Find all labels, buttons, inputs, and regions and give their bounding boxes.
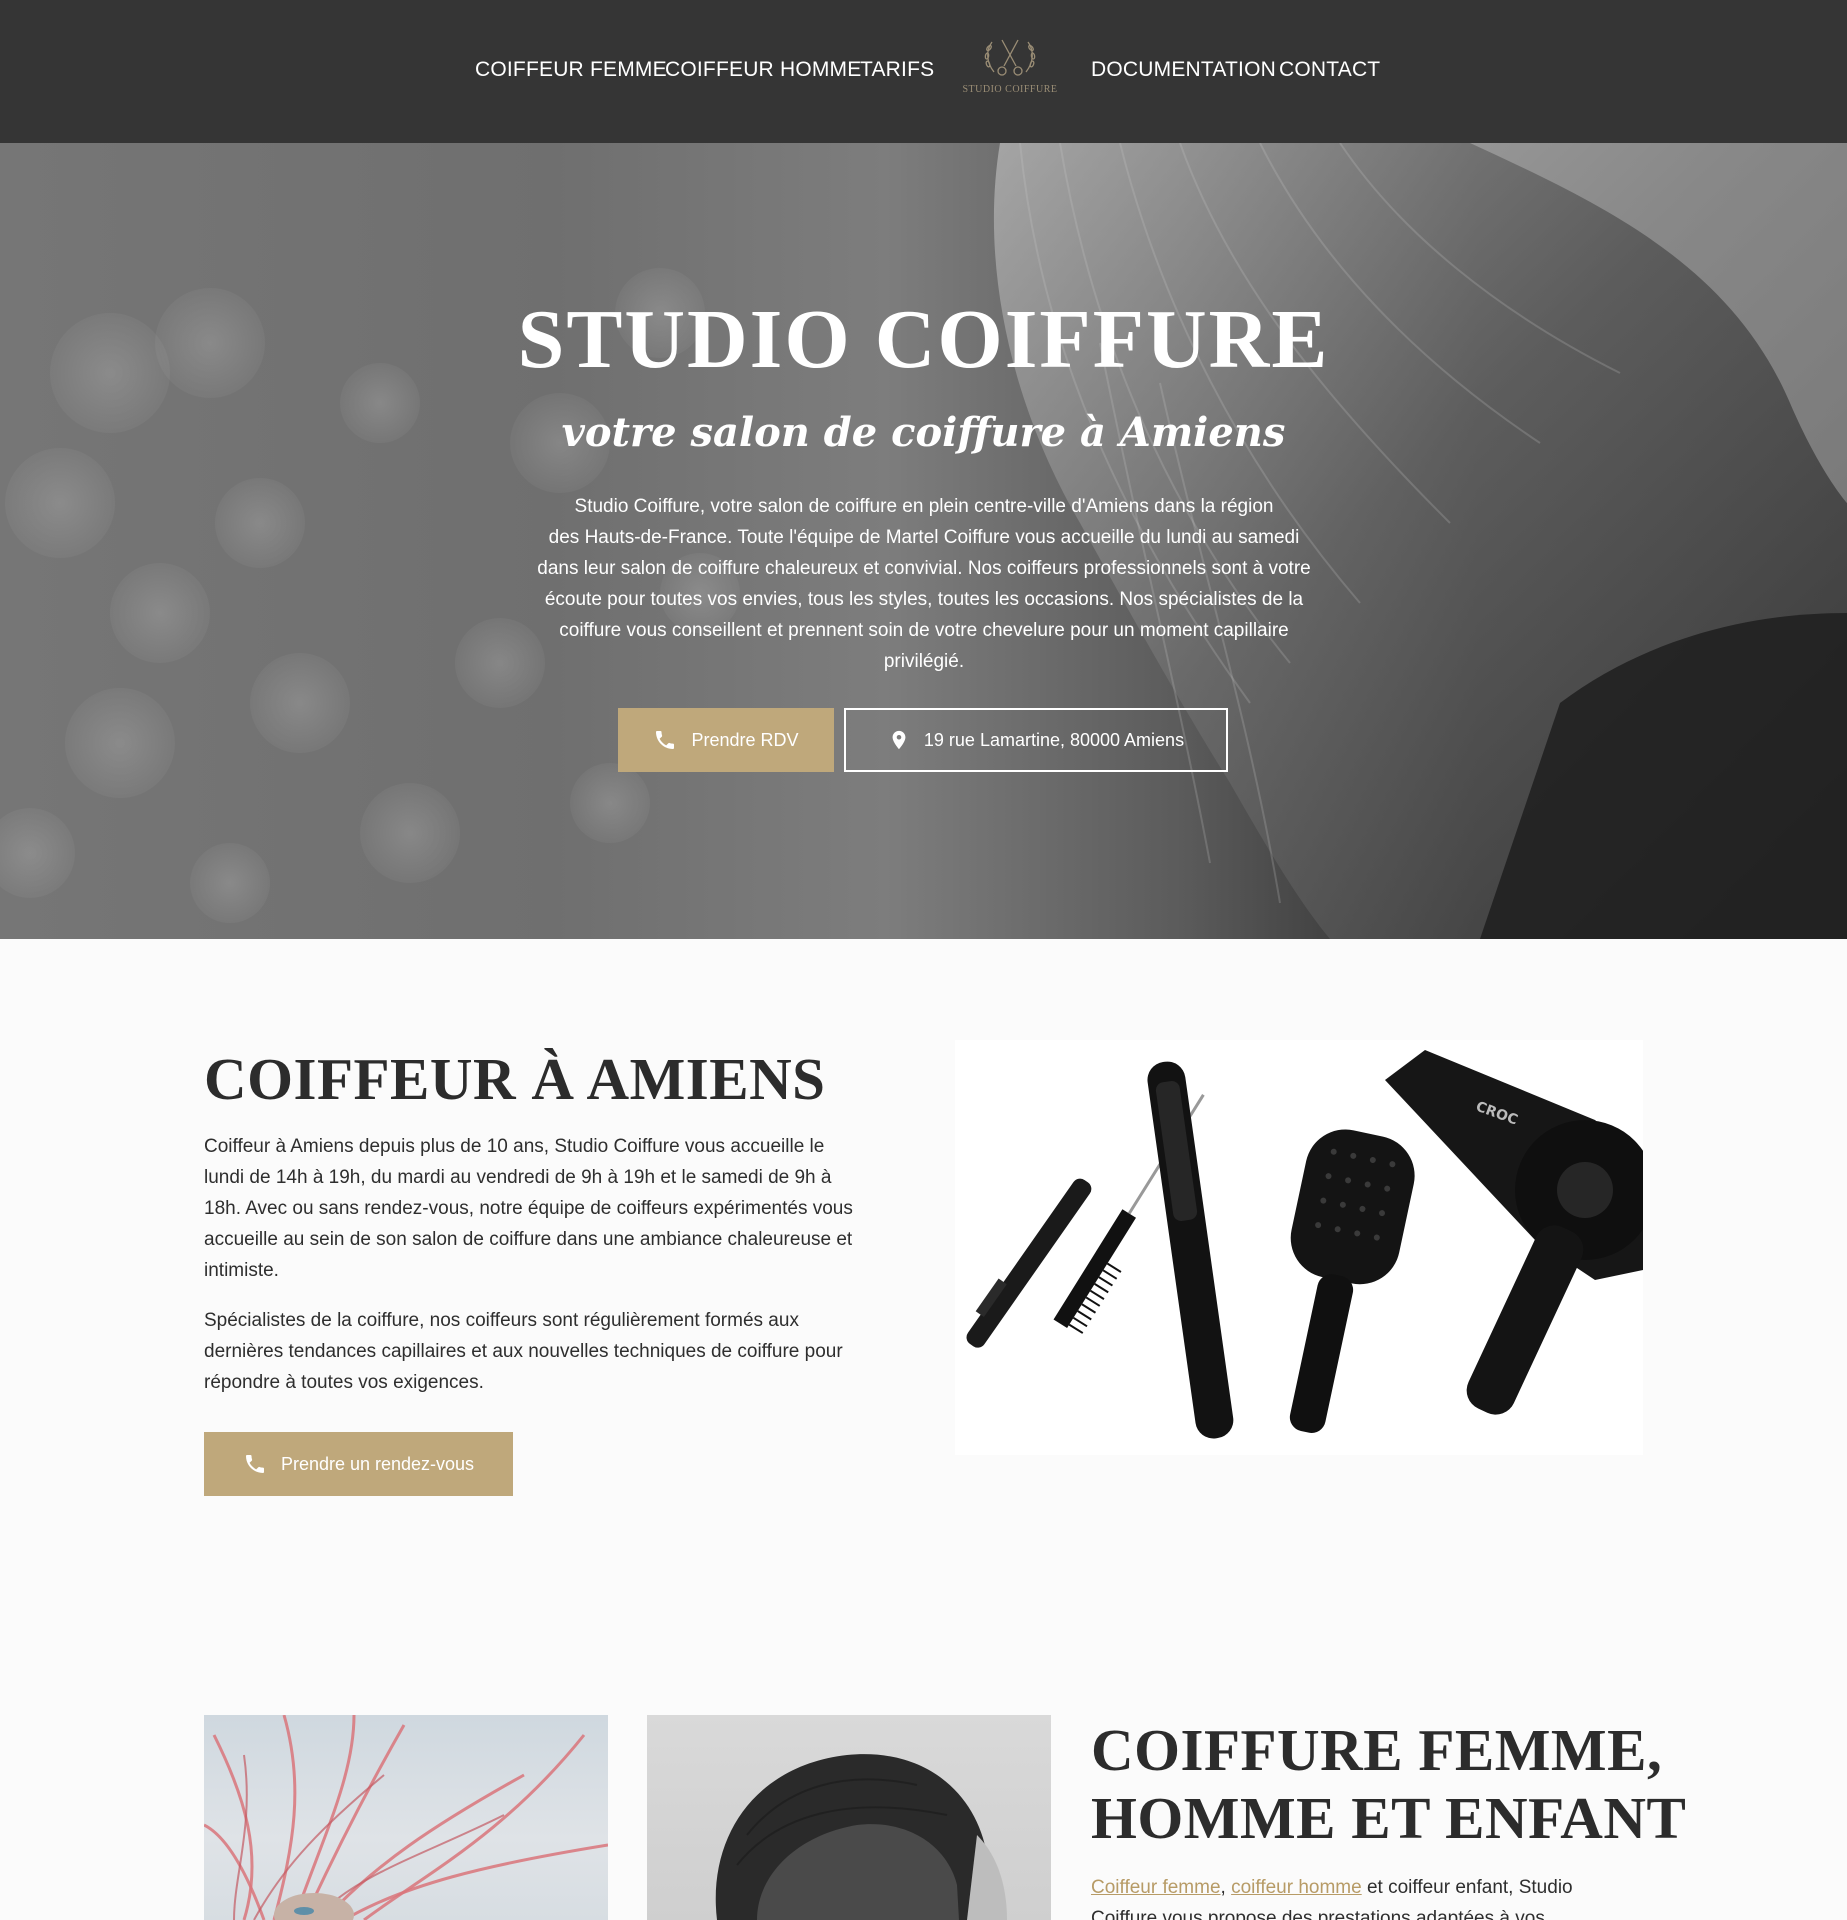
- hero-subtitle: votre salon de coiffure à Amiens: [561, 409, 1286, 456]
- address-label: 19 rue Lamartine, 80000 Amiens: [923, 729, 1185, 750]
- hero-text-line: des Hauts-de-France. Toute l'équipe de M…: [548, 527, 1300, 548]
- hero-text-line: écoute pour toutes vos envies, tous les …: [544, 589, 1304, 610]
- intro-text-line: lundi de 14h à 19h, du mardi au vendredi…: [204, 1167, 832, 1188]
- nav-coiffeur-homme[interactable]: COIFFEUR HOMME: [665, 58, 861, 82]
- intro-paragraph-1: Coiffeur à Amiens depuis plus de 10 ans,…: [204, 1131, 904, 1286]
- photo-man-haircut: [647, 1715, 1051, 1920]
- photo-woman-pink-hair: [204, 1715, 608, 1920]
- address-button[interactable]: 19 rue Lamartine, 80000 Amiens: [844, 708, 1228, 772]
- services-title: COIFFURE FEMME, HOMME ET ENFANT: [1091, 1716, 1791, 1852]
- services-text-after: et coiffeur enfant, Studio: [1366, 1877, 1573, 1898]
- scissors-laurel-logo-icon: [984, 39, 1036, 76]
- site-logo[interactable]: STUDIO COIFFURE: [955, 36, 1065, 102]
- intro-text-line: répondre à toutes vos exigences.: [204, 1372, 484, 1393]
- intro-text-line: 18h. Avec ou sans rendez-vous, notre équ…: [204, 1198, 853, 1219]
- nav-contact[interactable]: CONTACT: [1279, 58, 1380, 82]
- intro-title: COIFFEUR À AMIENS: [204, 1046, 826, 1112]
- book-appointment-label-2: Prendre un rendez-vous: [280, 1453, 475, 1474]
- hero-section: STUDIO COIFFURE votre salon de coiffure …: [0, 143, 1847, 939]
- book-appointment-label: Prendre RDV: [691, 729, 799, 750]
- hero-title: STUDIO COIFFURE: [517, 293, 1330, 386]
- hero-text-line: Studio Coiffure, votre salon de coiffure…: [574, 496, 1274, 517]
- book-appointment-button[interactable]: Prendre RDV: [618, 708, 834, 772]
- intro-paragraph-2: Spécialistes de la coiffure, nos coiffeu…: [204, 1305, 904, 1398]
- nav-documentation[interactable]: DOCUMENTATION: [1091, 58, 1276, 82]
- map-pin-icon: [892, 730, 906, 750]
- hero-text-line: dans leur salon de coiffure chaleureux e…: [537, 558, 1311, 579]
- intro-text-line: Spécialistes de la coiffure, nos coiffeu…: [204, 1310, 799, 1331]
- hero-text-line: privilégié.: [883, 651, 965, 672]
- intro-text-line: intimiste.: [204, 1260, 279, 1281]
- services-text-line: Coiffure vous propose des prestations ad…: [1091, 1908, 1545, 1920]
- site-header: COIFFEUR FEMME COIFFEUR HOMME TARIFS STU…: [0, 0, 1847, 143]
- phone-icon: [245, 1455, 264, 1473]
- hero-text-line: coiffure vous conseillent et prennent so…: [559, 620, 1289, 641]
- nav-coiffeur-femme[interactable]: COIFFEUR FEMME: [475, 58, 667, 82]
- intro-text-line: accueille au sein de son salon de coiffu…: [204, 1229, 853, 1250]
- services-text-line: Coiffeur femme, coiffeur homme et coiffe…: [1091, 1872, 1651, 1903]
- services-title-line: HOMME ET ENFANT: [1091, 1785, 1687, 1851]
- intro-text-line: Coiffeur à Amiens depuis plus de 10 ans,…: [204, 1136, 825, 1157]
- link-coiffeur-femme[interactable]: Coiffeur femme: [1091, 1877, 1221, 1898]
- hair-tools-illustration: CROC: [966, 1050, 1643, 1439]
- hero-description: Studio Coiffure, votre salon de coiffure…: [490, 491, 1358, 677]
- intro-text-line: dernières tendances capillaires et aux n…: [204, 1341, 843, 1362]
- pink-hair-image: [204, 1715, 608, 1920]
- man-haircut-image: [715, 1754, 1007, 1920]
- nav-tarifs[interactable]: TARIFS: [860, 58, 934, 82]
- phone-icon: [656, 731, 675, 749]
- hair-tools-image: CROC: [955, 1040, 1643, 1455]
- services-paragraph: Coiffeur femme, coiffeur homme et coiffe…: [1091, 1872, 1651, 1920]
- logo-text: STUDIO COIFFURE: [962, 84, 1058, 95]
- services-separator: ,: [1220, 1877, 1226, 1898]
- book-appointment-button-2[interactable]: Prendre un rendez-vous: [204, 1432, 513, 1496]
- services-title-line: COIFFURE FEMME,: [1091, 1717, 1663, 1783]
- link-coiffeur-homme[interactable]: coiffeur homme: [1231, 1877, 1362, 1898]
